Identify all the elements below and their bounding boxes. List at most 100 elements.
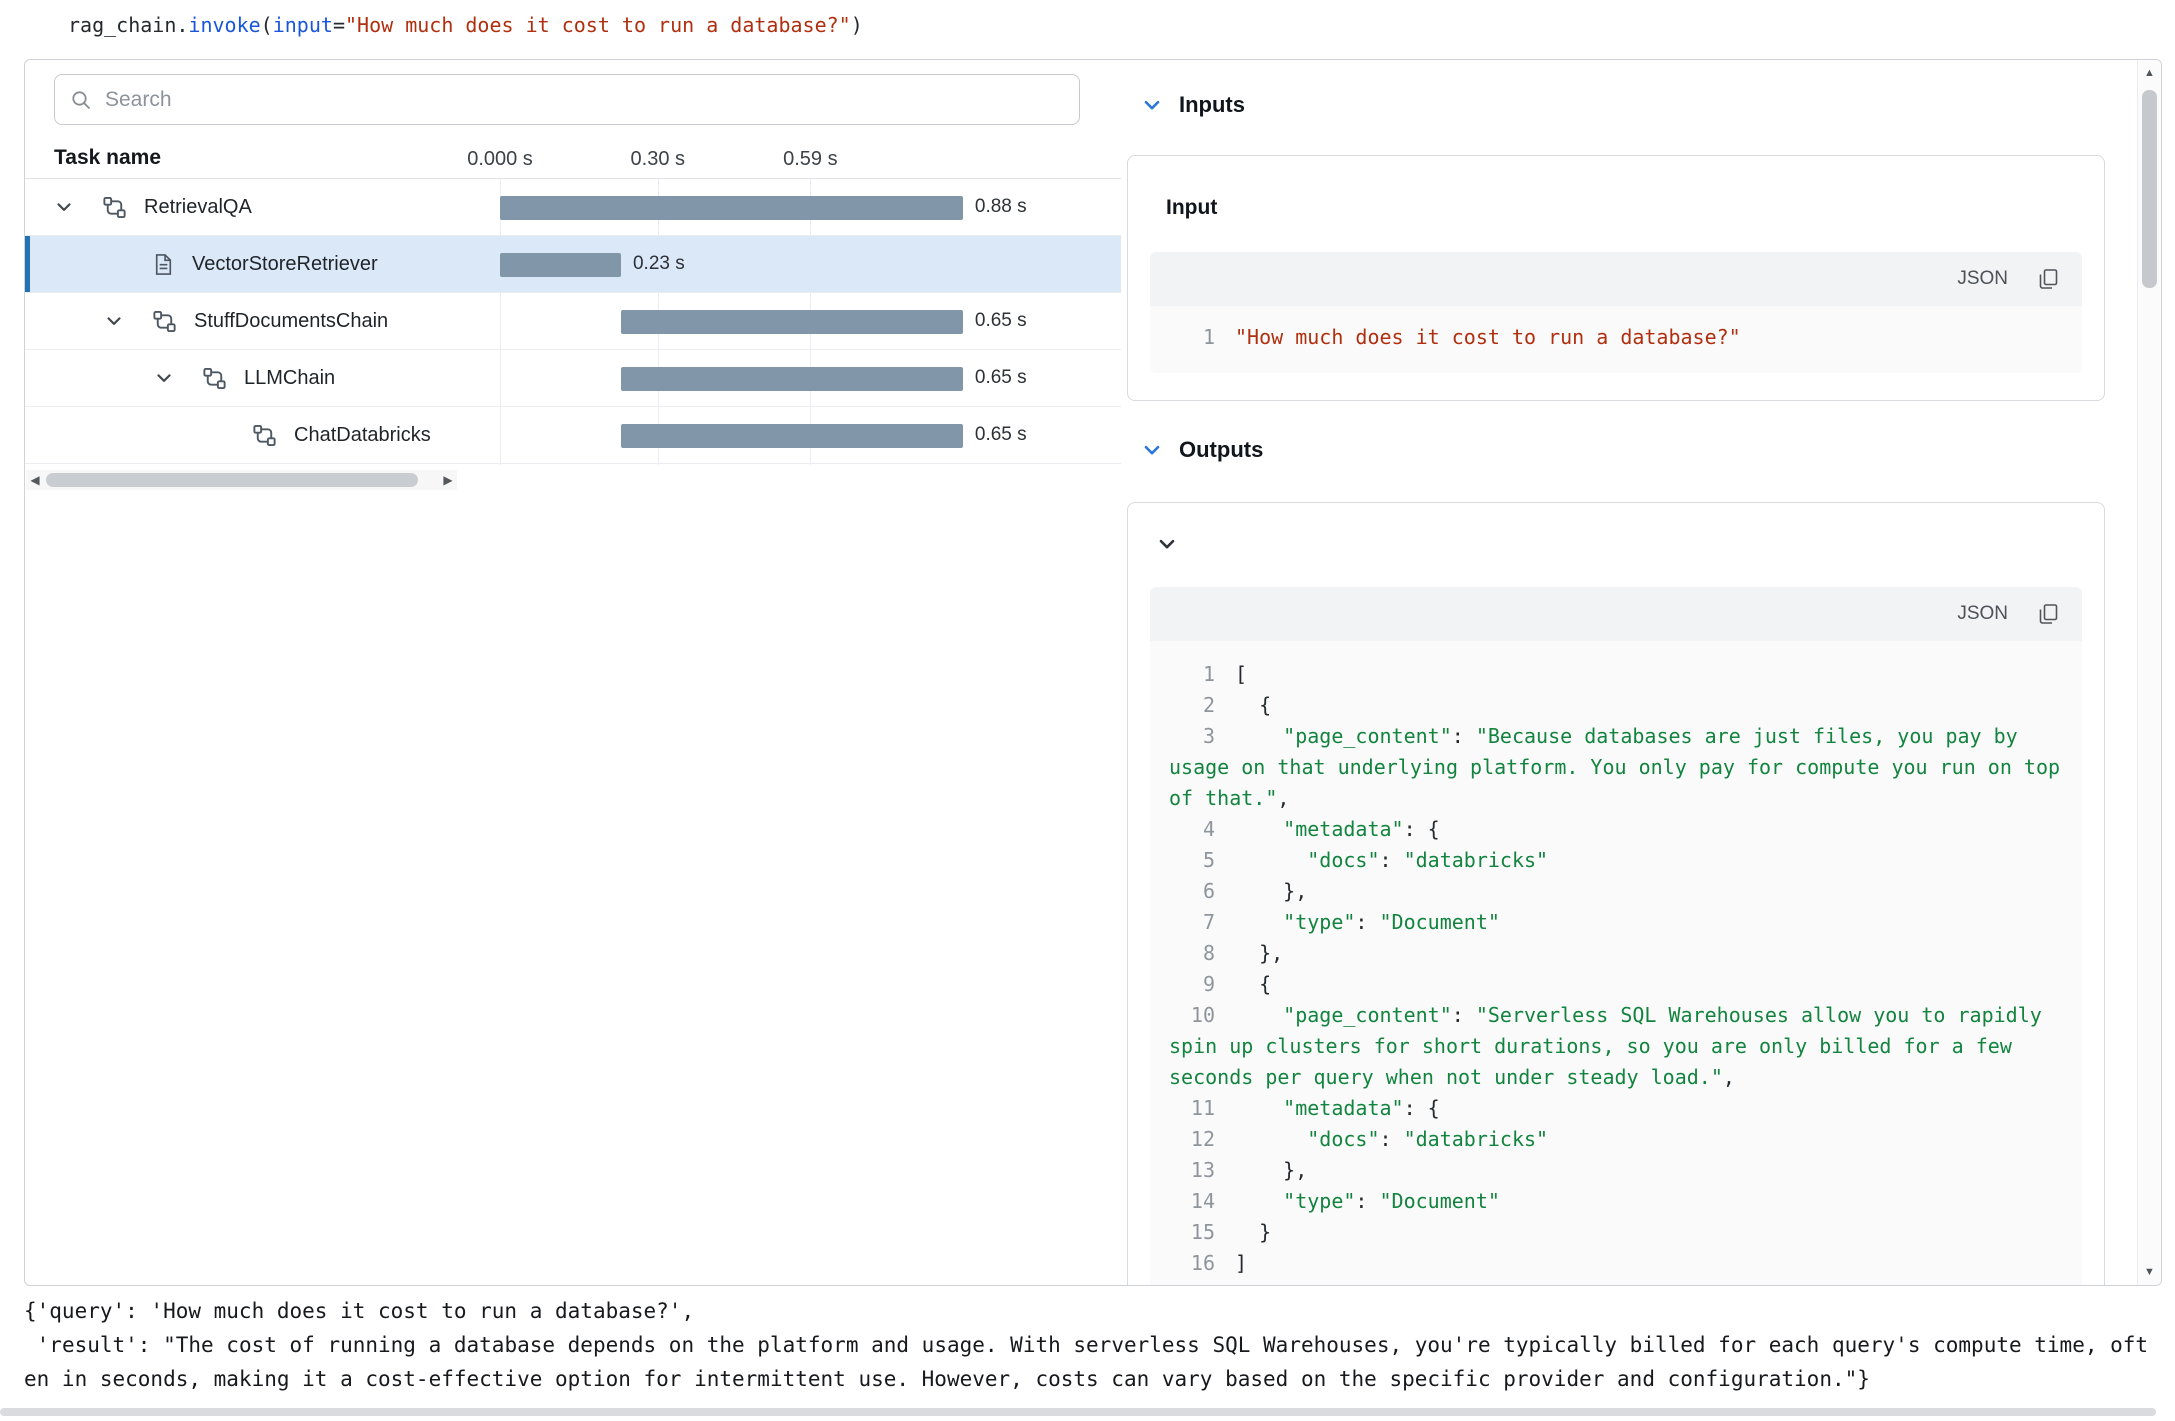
code-token: "page_content" bbox=[1283, 724, 1452, 748]
code-line: 14 "type": "Document" bbox=[1169, 1186, 2062, 1217]
line-number: 2 bbox=[1169, 690, 1215, 721]
duration-bar[interactable] bbox=[621, 424, 963, 448]
task-tree: RetrievalQA 0.88 s VectorStoreRetriever0.2… bbox=[25, 179, 1121, 464]
code-token: ] bbox=[1235, 1251, 1247, 1275]
task-name: StuffDocumentsChain bbox=[194, 310, 388, 333]
code-token: "docs" bbox=[1307, 848, 1379, 872]
code-token: ( bbox=[261, 13, 273, 37]
code-token: "metadata" bbox=[1283, 817, 1403, 841]
copy-button[interactable] bbox=[2036, 267, 2060, 291]
code-token: : { bbox=[1404, 817, 1440, 841]
code-token bbox=[1235, 1127, 1307, 1151]
details-panel: Inputs Input JSON 1"How much does it cos… bbox=[1127, 60, 2139, 1285]
task-name: LLMChain bbox=[244, 367, 335, 390]
chevron-down-icon[interactable] bbox=[145, 368, 183, 388]
task-name-cell: LLMChain bbox=[25, 350, 473, 406]
chevron-down-icon[interactable] bbox=[45, 197, 83, 217]
line-number: 5 bbox=[1169, 845, 1215, 876]
code-token: : bbox=[1380, 848, 1404, 872]
code-token: }, bbox=[1235, 1158, 1307, 1182]
duration-bar[interactable] bbox=[500, 196, 963, 220]
chevron-down-icon[interactable] bbox=[1141, 94, 1163, 116]
task-name-cell: ChatDatabricks bbox=[25, 407, 473, 463]
task-name-cell: RetrievalQA bbox=[25, 179, 473, 235]
task-name: RetrievalQA bbox=[144, 196, 252, 219]
timeline-panel: Task name 0.000 s0.30 s0.59 s RetrievalQ… bbox=[25, 60, 1123, 1285]
copy-button[interactable] bbox=[2036, 602, 2060, 626]
input-card-title: Input bbox=[1166, 196, 1217, 220]
line-number: 10 bbox=[1169, 1000, 1215, 1031]
code-token bbox=[1235, 910, 1283, 934]
code-token: : { bbox=[1404, 1096, 1440, 1120]
chain-icon bbox=[251, 422, 278, 449]
code-token: , bbox=[1277, 786, 1289, 810]
inputs-section-header[interactable]: Inputs bbox=[1141, 92, 1245, 118]
chevron-down-icon[interactable] bbox=[95, 311, 133, 331]
code-token: }, bbox=[1235, 941, 1283, 965]
invocation-code-line: rag_chain.invoke(input="How much does it… bbox=[68, 10, 863, 40]
code-line: 1"How much does it cost to run a databas… bbox=[1169, 322, 2062, 353]
code-token: "type" bbox=[1283, 1189, 1355, 1213]
line-number: 12 bbox=[1169, 1124, 1215, 1155]
result-output-text: {'query': 'How much does it cost to run … bbox=[24, 1294, 2158, 1396]
code-line: 6 }, bbox=[1169, 876, 2062, 907]
duration-label: 0.65 s bbox=[975, 310, 1027, 332]
horizontal-scrollbar[interactable]: ◀ ▶ bbox=[26, 470, 457, 490]
code-line: 11 "metadata": { bbox=[1169, 1093, 2062, 1124]
scroll-down-arrow-icon[interactable]: ▼ bbox=[2138, 1266, 2161, 1278]
search-input[interactable] bbox=[105, 88, 1065, 112]
code-line: 12 "docs": "databricks" bbox=[1169, 1124, 2062, 1155]
code-block-toolbar: JSON bbox=[1150, 252, 2082, 306]
line-number: 7 bbox=[1169, 907, 1215, 938]
outputs-section-label: Outputs bbox=[1179, 437, 1263, 463]
code-token: : bbox=[1355, 910, 1379, 934]
code-token: "databricks" bbox=[1404, 848, 1549, 872]
bottom-scrollbar-thumb[interactable] bbox=[0, 1408, 2156, 1416]
duration-label: 0.88 s bbox=[975, 196, 1027, 218]
duration-bar[interactable] bbox=[500, 253, 621, 277]
task-name: ChatDatabricks bbox=[294, 424, 431, 447]
line-number: 3 bbox=[1169, 721, 1215, 752]
chevron-down-icon[interactable] bbox=[1141, 439, 1163, 461]
code-token: : bbox=[1380, 1127, 1404, 1151]
code-token: "How much does it cost to run a database… bbox=[345, 13, 851, 37]
duration-bar[interactable] bbox=[621, 310, 963, 334]
task-row[interactable]: ChatDatabricks 0.65 s bbox=[25, 407, 1121, 464]
scroll-up-arrow-icon[interactable]: ▲ bbox=[2138, 67, 2161, 79]
vertical-scrollbar[interactable]: ▲ ▼ bbox=[2137, 60, 2161, 1285]
code-token: [ bbox=[1235, 662, 1247, 686]
code-token bbox=[1235, 1189, 1283, 1213]
chain-icon bbox=[101, 194, 128, 221]
line-number: 1 bbox=[1169, 659, 1215, 690]
task-name-cell: StuffDocumentsChain bbox=[25, 293, 473, 349]
line-number: 16 bbox=[1169, 1248, 1215, 1279]
chevron-down-icon[interactable] bbox=[1156, 533, 1178, 555]
task-row[interactable]: VectorStoreRetriever0.23 s bbox=[25, 236, 1121, 293]
vertical-scrollbar-thumb[interactable] bbox=[2142, 90, 2157, 288]
task-row[interactable]: LLMChain0.65 s bbox=[25, 350, 1121, 407]
chain-icon bbox=[151, 308, 178, 335]
task-name: VectorStoreRetriever bbox=[192, 253, 378, 276]
duration-bar[interactable] bbox=[621, 367, 963, 391]
code-token: "page_content" bbox=[1283, 1003, 1452, 1027]
code-token: "databricks" bbox=[1404, 1127, 1549, 1151]
outputs-section-header[interactable]: Outputs bbox=[1141, 437, 1263, 463]
task-row[interactable]: RetrievalQA 0.88 s bbox=[25, 179, 1121, 236]
search-icon bbox=[69, 88, 93, 112]
line-number: 6 bbox=[1169, 876, 1215, 907]
code-token: : bbox=[1355, 1189, 1379, 1213]
code-line: 7 "type": "Document" bbox=[1169, 907, 2062, 938]
duration-label: 0.65 s bbox=[975, 424, 1027, 446]
horizontal-scrollbar-thumb[interactable] bbox=[46, 473, 418, 487]
code-token: }, bbox=[1235, 879, 1307, 903]
output-json-content: 1[2 {3 "page_content": "Because database… bbox=[1150, 641, 2082, 1286]
search-box[interactable] bbox=[54, 74, 1080, 125]
scroll-right-arrow-icon[interactable]: ▶ bbox=[439, 470, 457, 490]
chain-icon bbox=[201, 365, 228, 392]
json-format-badge: JSON bbox=[1957, 603, 2008, 625]
scroll-left-arrow-icon[interactable]: ◀ bbox=[26, 470, 44, 490]
line-number: 1 bbox=[1169, 322, 1215, 353]
code-token: ) bbox=[851, 13, 863, 37]
code-token: "Document" bbox=[1380, 910, 1500, 934]
task-row[interactable]: StuffDocumentsChain 0.65 s bbox=[25, 293, 1121, 350]
